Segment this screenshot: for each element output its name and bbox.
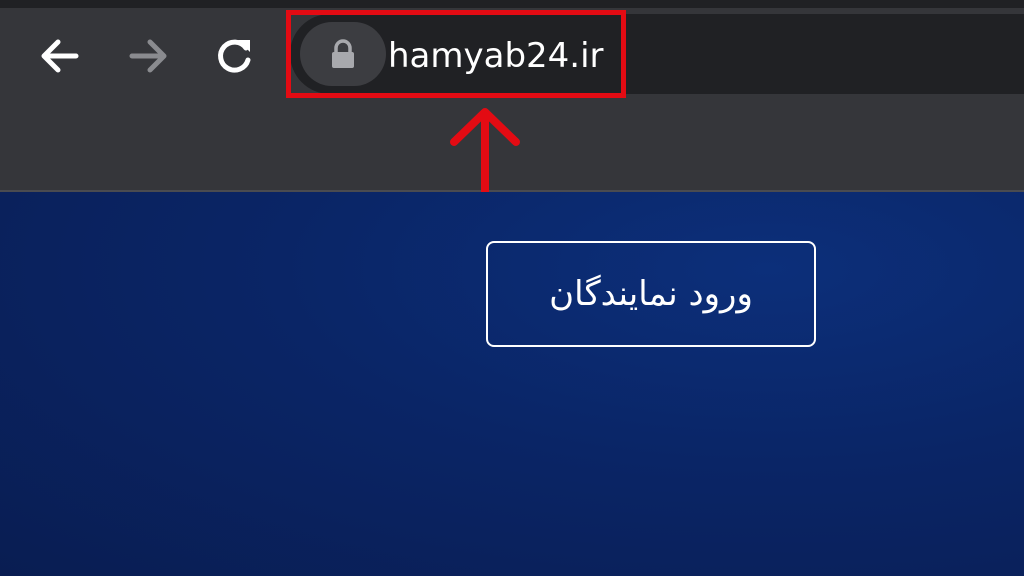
back-button[interactable]: [34, 30, 86, 82]
arrow-right-icon: [129, 39, 167, 73]
forward-button[interactable]: [122, 30, 174, 82]
arrow-left-icon: [41, 39, 79, 73]
reload-button[interactable]: [208, 30, 260, 82]
agents-login-button[interactable]: ورود نمایندگان: [486, 241, 816, 347]
url-highlight-box: [286, 10, 626, 98]
arrow-up-icon: [450, 108, 520, 202]
page: hamyab24.ir ورود نمایندگان: [0, 0, 1024, 576]
tab-strip: [0, 0, 1024, 8]
browser-toolbar: hamyab24.ir: [0, 0, 1024, 202]
reload-icon: [218, 39, 251, 73]
